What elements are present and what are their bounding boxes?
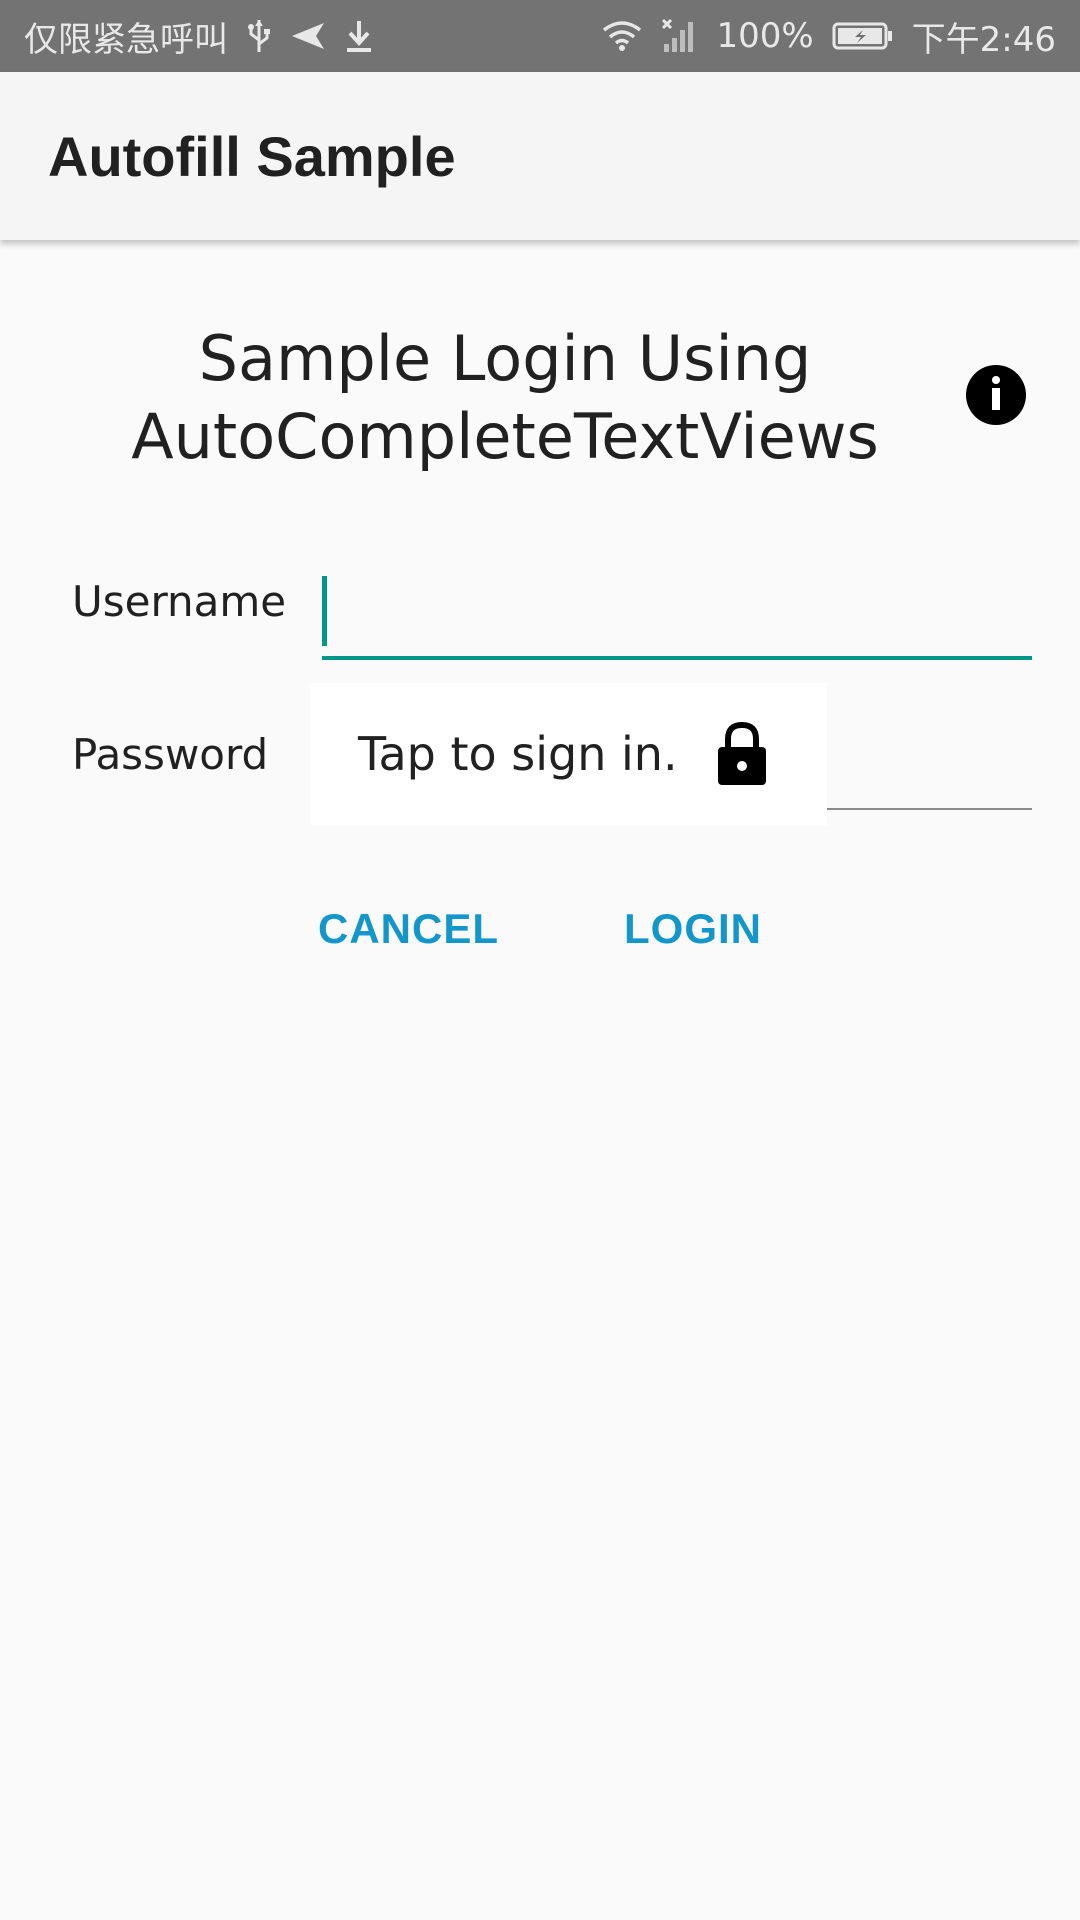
wifi-icon bbox=[602, 20, 642, 52]
text-cursor bbox=[322, 576, 327, 646]
username-label: Username bbox=[72, 577, 287, 626]
lock-icon bbox=[716, 721, 768, 792]
app-title: Autofill Sample bbox=[48, 124, 456, 188]
heading-line-2: AutoCompleteTextViews bbox=[131, 400, 879, 473]
status-bar-right: 100% 下午2:46 bbox=[602, 12, 1056, 61]
password-label: Password bbox=[72, 730, 269, 779]
heading-line-1: Sample Login Using bbox=[198, 322, 812, 395]
status-bar: 仅限紧急呼叫 100% 下午2:46 bbox=[0, 0, 1080, 72]
carrier-text: 仅限紧急呼叫 bbox=[24, 19, 228, 60]
info-icon bbox=[986, 375, 1006, 416]
signal-icon bbox=[660, 18, 698, 54]
cancel-button[interactable]: CANCEL bbox=[318, 905, 499, 953]
download-icon bbox=[344, 19, 374, 53]
clock: 下午2:46 bbox=[911, 19, 1056, 60]
login-button[interactable]: LOGIN bbox=[624, 905, 762, 953]
battery-percent: 100% bbox=[716, 16, 814, 56]
info-button[interactable] bbox=[966, 365, 1026, 425]
screen: 仅限紧急呼叫 100% 下午2:46 Autofill Sample Sampl… bbox=[0, 0, 1080, 1920]
autofill-text: Tap to sign in. bbox=[358, 727, 678, 781]
username-field[interactable] bbox=[322, 570, 1032, 660]
send-icon bbox=[290, 21, 326, 51]
usb-icon bbox=[246, 18, 272, 54]
app-bar: Autofill Sample bbox=[0, 72, 1080, 240]
battery-icon bbox=[832, 21, 894, 51]
status-bar-left: 仅限紧急呼叫 bbox=[24, 12, 374, 61]
page-heading: Sample Login Using AutoCompleteTextViews bbox=[80, 320, 930, 476]
autofill-suggestion[interactable]: Tap to sign in. bbox=[310, 683, 827, 825]
